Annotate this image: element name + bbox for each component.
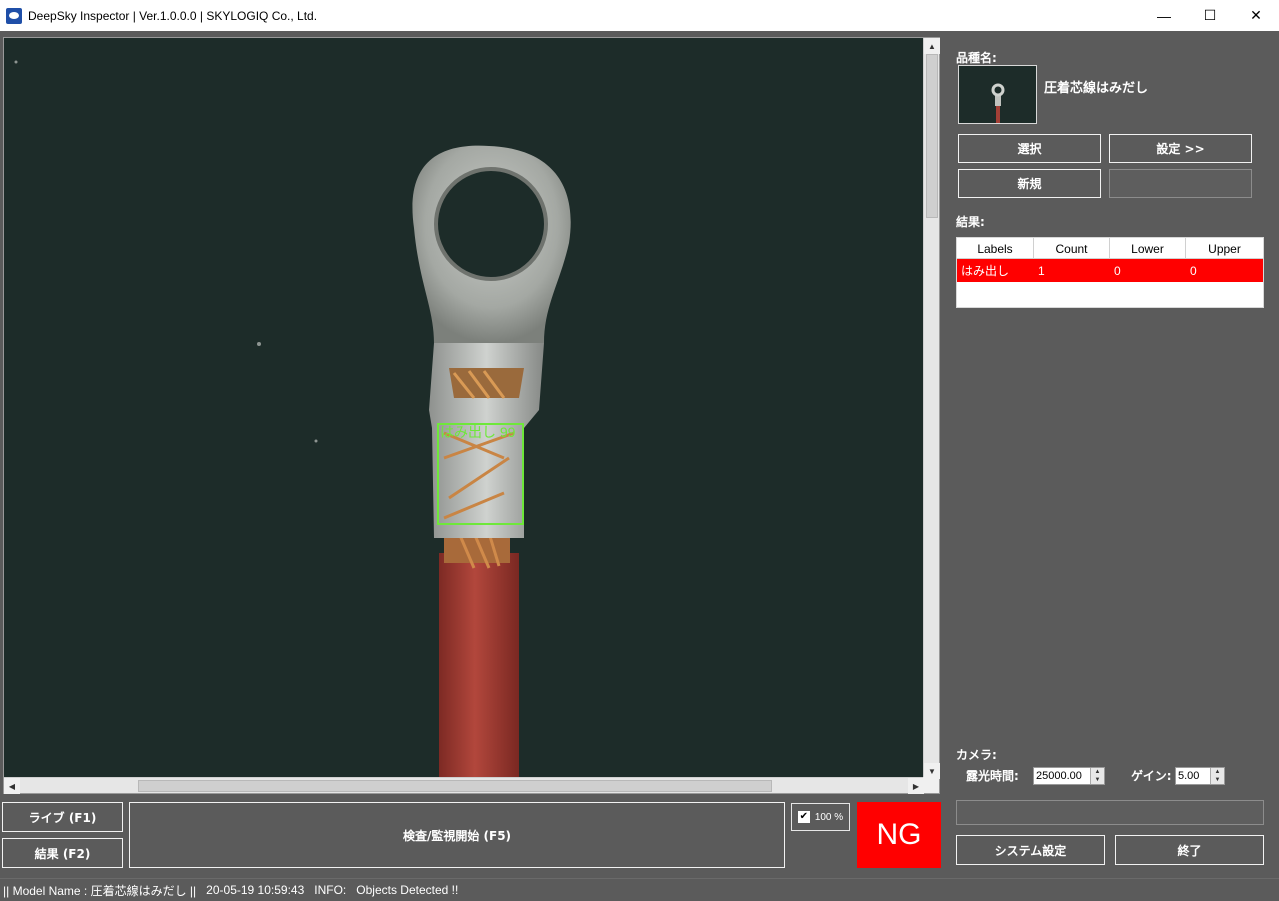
gain-label: ゲイン: (1131, 769, 1172, 783)
gain-value[interactable]: 5.00 (1176, 768, 1210, 784)
live-button[interactable]: ライブ (F1) (2, 802, 123, 832)
minimize-button[interactable]: — (1141, 0, 1187, 31)
vertical-scroll-thumb[interactable] (926, 54, 938, 218)
spin-up-icon[interactable]: ▲ (1091, 768, 1104, 776)
close-button[interactable]: ✕ (1233, 0, 1279, 31)
exit-button[interactable]: 終了 (1115, 835, 1264, 865)
new-button[interactable]: 新規 (958, 169, 1101, 198)
horizontal-scroll-thumb[interactable] (138, 780, 772, 792)
scroll-up-icon[interactable]: ▲ (924, 38, 940, 54)
cell-upper: 0 (1190, 263, 1197, 278)
cell-lower: 0 (1114, 263, 1121, 278)
status-bar: || Model Name : 圧着芯線はみだし || 20-05-19 10:… (0, 878, 1279, 901)
result-label: 結果: (956, 215, 985, 229)
exposure-stepper[interactable]: ▲ ▼ (1090, 768, 1104, 784)
product-label: 品種名: (956, 51, 997, 65)
camera-label: カメラ: (956, 748, 997, 762)
column-header-count[interactable]: Count (1034, 238, 1110, 259)
column-header-upper[interactable]: Upper (1186, 238, 1263, 259)
status-info-label: INFO: (314, 883, 347, 897)
cell-count: 1 (1038, 263, 1045, 278)
title-bar: DeepSky Inspector | Ver.1.0.0.0 | SKYLOG… (0, 0, 1279, 31)
maximize-button[interactable]: ☐ (1187, 0, 1233, 31)
app-icon (6, 7, 22, 24)
system-settings-button[interactable]: システム設定 (956, 835, 1105, 865)
exposure-spinbox[interactable]: 25000.00 ▲ ▼ (1033, 767, 1105, 785)
status-timestamp: 20-05-19 10:59:43 (206, 883, 305, 897)
gain-spinbox[interactable]: 5.00 ▲ ▼ (1175, 767, 1225, 785)
progress-bar (956, 800, 1264, 825)
blank-button (1109, 169, 1252, 198)
exposure-label: 露光時間: (966, 769, 1019, 783)
exposure-value[interactable]: 25000.00 (1034, 768, 1090, 784)
settings-button[interactable]: 設定 >> (1109, 134, 1252, 163)
spin-down-icon[interactable]: ▼ (1091, 776, 1104, 784)
result-table[interactable]: Labels Count Lower Upper はみ出し 1 0 0 (956, 237, 1264, 308)
column-header-labels[interactable]: Labels (957, 238, 1034, 259)
result-table-header: Labels Count Lower Upper (957, 238, 1263, 259)
cell-label: はみ出し (961, 264, 1010, 278)
terminal-thumbnail-icon (991, 83, 1005, 123)
detection-label: はみ出し 99 (440, 424, 516, 440)
product-thumbnail (958, 65, 1037, 124)
window-controls: — ☐ ✕ (1141, 0, 1279, 31)
spin-down-icon[interactable]: ▼ (1211, 776, 1224, 784)
horizontal-scrollbar[interactable]: ◀ ▶ (4, 777, 924, 794)
scroll-corner (923, 777, 939, 793)
image-viewer[interactable]: はみ出し 99 ▲ ▼ ◀ ▶ (3, 37, 940, 794)
status-info-text: Objects Detected !! (356, 883, 459, 897)
inspect-start-button[interactable]: 検査/監視開始 (F5) (129, 802, 785, 868)
zoom-100-checkbox[interactable]: ✔ 100 % (791, 803, 850, 831)
scroll-left-icon[interactable]: ◀ (4, 778, 20, 794)
status-model-name: || Model Name : 圧着芯線はみだし || (3, 883, 197, 898)
select-button[interactable]: 選択 (958, 134, 1101, 163)
gain-stepper[interactable]: ▲ ▼ (1210, 768, 1224, 784)
product-name: 圧着芯線はみだし (1044, 81, 1149, 96)
terminal-photo (14, 60, 571, 779)
spin-up-icon[interactable]: ▲ (1211, 768, 1224, 776)
window-title: DeepSky Inspector | Ver.1.0.0.0 | SKYLOG… (28, 8, 318, 23)
checkmark-icon[interactable]: ✔ (797, 811, 810, 823)
results-button[interactable]: 結果 (F2) (2, 838, 123, 868)
zoom-100-label: 100 % (814, 811, 844, 823)
inspection-image: はみ出し 99 (4, 38, 924, 779)
verdict-indicator: NG (857, 802, 941, 868)
table-row[interactable]: はみ出し 1 0 0 (957, 259, 1263, 282)
column-header-lower[interactable]: Lower (1110, 238, 1186, 259)
scroll-right-icon[interactable]: ▶ (908, 778, 924, 794)
vertical-scrollbar[interactable]: ▲ ▼ (923, 38, 940, 779)
